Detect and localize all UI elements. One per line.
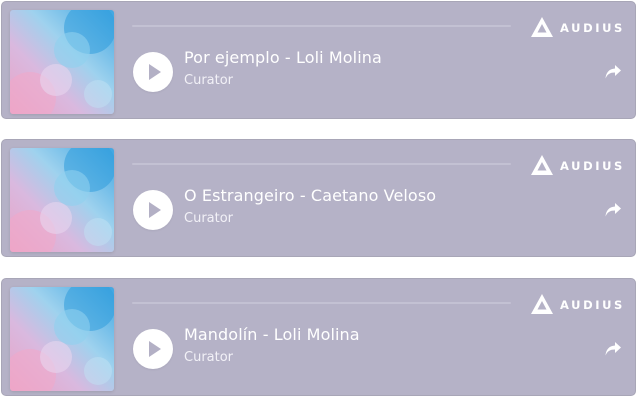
track-artist[interactable]: Curator bbox=[184, 350, 233, 365]
track-artist[interactable]: Curator bbox=[184, 211, 233, 226]
share-arrow-icon bbox=[605, 65, 621, 79]
play-button[interactable] bbox=[133, 52, 173, 92]
track-title[interactable]: O Estrangeiro - Caetano Veloso bbox=[184, 186, 436, 205]
progress-bar[interactable] bbox=[132, 302, 511, 304]
brand-name: AUDIUS bbox=[560, 298, 625, 312]
play-button[interactable] bbox=[133, 329, 173, 369]
track-artist[interactable]: Curator bbox=[184, 73, 233, 88]
play-icon bbox=[149, 64, 161, 80]
track-embed: O Estrangeiro - Caetano Veloso Curator A… bbox=[1, 139, 636, 257]
share-arrow-icon bbox=[605, 342, 621, 356]
play-icon bbox=[149, 202, 161, 218]
play-button[interactable] bbox=[133, 190, 173, 230]
artwork-image[interactable] bbox=[10, 148, 114, 252]
track-embed: Por ejemplo - Loli Molina Curator AUDIUS bbox=[1, 1, 636, 119]
progress-bar[interactable] bbox=[132, 163, 511, 165]
brand-name: AUDIUS bbox=[560, 21, 625, 35]
share-button[interactable] bbox=[604, 202, 622, 218]
audius-logo-icon bbox=[531, 294, 553, 314]
track-title[interactable]: Por ejemplo - Loli Molina bbox=[184, 48, 382, 67]
play-icon bbox=[149, 341, 161, 357]
audius-logo-icon bbox=[531, 155, 553, 175]
track-title[interactable]: Mandolín - Loli Molina bbox=[184, 325, 360, 344]
audius-logo[interactable]: AUDIUS bbox=[530, 293, 625, 317]
share-button[interactable] bbox=[604, 64, 622, 80]
artwork-image[interactable] bbox=[10, 10, 114, 114]
artwork-image[interactable] bbox=[10, 287, 114, 391]
share-arrow-icon bbox=[605, 203, 621, 217]
share-button[interactable] bbox=[604, 341, 622, 357]
audius-logo[interactable]: AUDIUS bbox=[530, 154, 625, 178]
audius-logo-icon bbox=[531, 17, 553, 37]
track-embed: Mandolín - Loli Molina Curator AUDIUS bbox=[1, 278, 636, 396]
progress-bar[interactable] bbox=[132, 25, 511, 27]
audius-logo[interactable]: AUDIUS bbox=[530, 16, 625, 40]
brand-name: AUDIUS bbox=[560, 159, 625, 173]
